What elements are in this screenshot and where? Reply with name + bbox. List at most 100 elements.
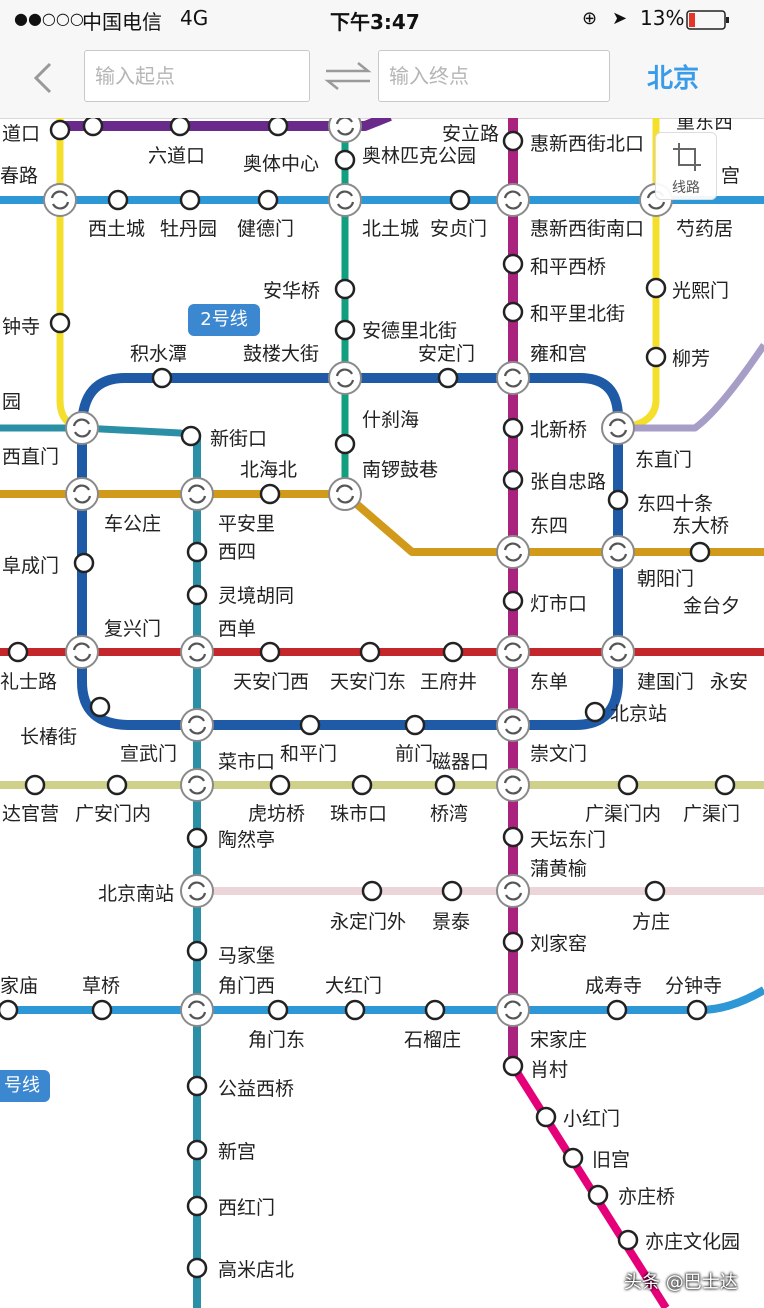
station-21[interactable]	[180, 425, 202, 447]
transfer-station-22[interactable]	[180, 874, 214, 908]
transfer-station-12[interactable]	[496, 535, 530, 569]
transfer-station-9[interactable]	[65, 477, 99, 511]
transfer-station-19[interactable]	[496, 708, 530, 742]
subway-map[interactable]: 道口 六道口 奥体中心 奥林匹克公园 安立路 惠新西街北口 春路 西土城 牡丹园 健德门 北土城 安贞…	[0, 118, 764, 1308]
line-badge-partial[interactable]: 号线	[0, 1070, 50, 1102]
transfer-station-6[interactable]	[496, 361, 530, 395]
station-9[interactable]	[449, 189, 471, 211]
station-16[interactable]	[645, 346, 667, 368]
station-19[interactable]	[502, 417, 524, 439]
transfer-station-15[interactable]	[180, 635, 214, 669]
station-20[interactable]	[334, 433, 356, 455]
transfer-station-3[interactable]	[496, 183, 530, 217]
station-8[interactable]	[257, 189, 279, 211]
station-33[interactable]	[442, 641, 464, 663]
station-51[interactable]	[502, 931, 524, 953]
start-input[interactable]	[84, 50, 310, 102]
transfer-station-24[interactable]	[180, 993, 214, 1027]
station-63[interactable]	[562, 1147, 584, 1169]
transfer-station-14[interactable]	[65, 635, 99, 669]
station-41[interactable]	[351, 774, 373, 796]
station-22[interactable]	[259, 483, 281, 505]
station-13[interactable]	[334, 319, 356, 341]
transfer-station-16[interactable]	[496, 635, 530, 669]
station-46[interactable]	[502, 826, 524, 848]
station-28[interactable]	[186, 584, 208, 606]
station-32[interactable]	[359, 641, 381, 663]
station-35[interactable]	[299, 714, 321, 736]
station-60[interactable]	[186, 1075, 208, 1097]
station-49[interactable]	[644, 880, 666, 902]
transfer-station-23[interactable]	[496, 874, 530, 908]
station-31[interactable]	[259, 641, 281, 663]
station-3[interactable]	[267, 118, 289, 137]
station-45[interactable]	[186, 827, 208, 849]
station-30[interactable]	[7, 641, 29, 663]
transfer-station-25[interactable]	[496, 993, 530, 1027]
station-11[interactable]	[645, 277, 667, 299]
station-43[interactable]	[617, 774, 639, 796]
station-24[interactable]	[607, 489, 629, 511]
city-selector-button[interactable]: 北京	[636, 52, 710, 100]
transfer-station-5[interactable]	[328, 361, 362, 395]
route-button[interactable]: 线路	[655, 132, 717, 200]
transfer-station-7[interactable]	[65, 411, 99, 445]
station-23[interactable]	[502, 469, 524, 491]
station-18[interactable]	[437, 367, 459, 389]
transfer-station-17[interactable]	[601, 635, 635, 669]
station-59[interactable]	[502, 1055, 524, 1077]
transfer-station-0[interactable]	[328, 118, 362, 143]
station-52[interactable]	[0, 999, 19, 1021]
station-65[interactable]	[186, 1195, 208, 1217]
station-2[interactable]	[169, 118, 191, 137]
station-26[interactable]	[186, 541, 208, 563]
station-7[interactable]	[179, 189, 201, 211]
station-15[interactable]	[502, 301, 524, 323]
transfer-station-1[interactable]	[328, 183, 362, 217]
station-12[interactable]	[334, 278, 356, 300]
station-34[interactable]	[89, 696, 111, 718]
station-0[interactable]	[49, 119, 71, 141]
station-29[interactable]	[502, 590, 524, 612]
station-10[interactable]	[502, 253, 524, 275]
line-2-badge[interactable]: 2号线	[188, 304, 260, 336]
end-input[interactable]	[378, 50, 610, 102]
station-5[interactable]	[502, 130, 524, 152]
station-58[interactable]	[686, 999, 708, 1021]
station-48[interactable]	[441, 880, 463, 902]
station-4[interactable]	[334, 149, 356, 171]
transfer-station-2[interactable]	[43, 183, 77, 217]
transfer-station-10[interactable]	[180, 477, 214, 511]
subway-map-canvas[interactable]: 道口六道口 奥体中心 奥林匹克公园安立路 惠新西街北口春路西土城 牡丹园 健德门 北土城 安贞…	[0, 118, 764, 1308]
station-1[interactable]	[82, 118, 104, 137]
transfer-station-13[interactable]	[601, 535, 635, 569]
station-27[interactable]	[73, 552, 95, 574]
station-53[interactable]	[91, 999, 113, 1021]
station-36[interactable]	[404, 714, 426, 736]
transfer-station-18[interactable]	[180, 708, 214, 742]
station-39[interactable]	[106, 774, 128, 796]
station-55[interactable]	[344, 999, 366, 1021]
station-50[interactable]	[186, 940, 208, 962]
transfer-station-20[interactable]	[180, 768, 214, 802]
back-button[interactable]	[22, 56, 66, 100]
transfer-station-8[interactable]	[601, 411, 635, 445]
station-56[interactable]	[424, 999, 446, 1021]
transfer-station-11[interactable]	[328, 477, 362, 511]
station-38[interactable]	[24, 774, 46, 796]
swap-button[interactable]	[322, 60, 374, 92]
station-64[interactable]	[587, 1184, 609, 1206]
station-17[interactable]	[151, 367, 173, 389]
transfer-station-21[interactable]	[496, 768, 530, 802]
station-37[interactable]	[584, 701, 606, 723]
station-40[interactable]	[269, 774, 291, 796]
station-47[interactable]	[361, 880, 383, 902]
station-42[interactable]	[434, 774, 456, 796]
station-61[interactable]	[535, 1106, 557, 1128]
station-57[interactable]	[606, 999, 628, 1021]
station-54[interactable]	[267, 999, 289, 1021]
station-6[interactable]	[107, 189, 129, 211]
station-14[interactable]	[49, 312, 71, 334]
station-66[interactable]	[617, 1229, 639, 1251]
station-67[interactable]	[186, 1257, 208, 1279]
